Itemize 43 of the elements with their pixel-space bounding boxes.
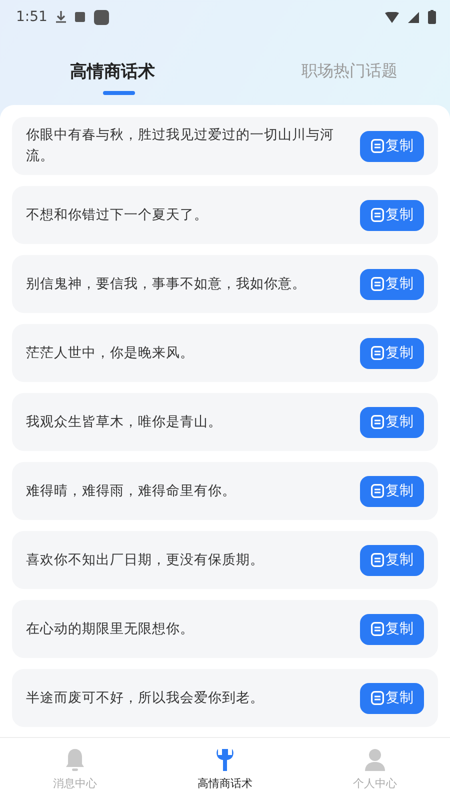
- copy-icon: [370, 139, 384, 153]
- tab[interactable]: 高情商话术: [0, 56, 213, 87]
- copy-button[interactable]: 复制: [360, 476, 424, 506]
- copy-icon: [370, 415, 384, 429]
- phrase-text: 别信鬼神，要信我，事事不如意，我如你意。: [26, 274, 307, 294]
- copy-button[interactable]: 复制: [360, 544, 424, 576]
- copy-icon: [370, 622, 384, 636]
- copy-icon: [370, 346, 384, 360]
- phrase-text: 在心动的期限里无限想你。: [26, 620, 195, 638]
- phrase-text: 我观众生皆草木，唯你是青山。: [26, 412, 223, 432]
- phrase-text: 喜欢你不知出厂日期，更没有保质期。: [26, 550, 265, 570]
- copy-button[interactable]: 复制: [360, 268, 424, 300]
- download-icon: [56, 11, 66, 23]
- wrench-icon[interactable]: [215, 748, 235, 772]
- app-icon: [75, 12, 86, 22]
- app-icon: [94, 10, 110, 24]
- copy-icon: [370, 553, 384, 567]
- phrase-text: 半途而废可不好，所以我会爱你到老。: [26, 688, 265, 708]
- bell-icon[interactable]: [65, 748, 85, 772]
- tab[interactable]: 职场热门话题: [213, 56, 450, 87]
- copy-button[interactable]: 复制: [360, 406, 424, 438]
- battery-icon: [428, 10, 436, 24]
- status-time: 1:51: [16, 9, 48, 25]
- copy-button[interactable]: 复制: [360, 200, 424, 230]
- wifi-icon: [385, 12, 399, 22]
- copy-button[interactable]: 复制: [360, 614, 424, 644]
- nav-label[interactable]: 高情商话术: [198, 776, 252, 790]
- nav-label[interactable]: 个人中心: [353, 776, 397, 790]
- copy-icon: [370, 277, 384, 291]
- signal-icon: [408, 12, 419, 22]
- phrase-text: 茫茫人世中，你是晚来风。: [26, 344, 195, 362]
- nav-label[interactable]: 消息中心: [53, 776, 97, 790]
- phrase-text: 不想和你错过下一个夏天了。: [26, 206, 209, 224]
- copy-icon: [370, 691, 384, 705]
- copy-icon: [370, 484, 384, 498]
- person-icon[interactable]: [364, 748, 386, 772]
- phrase-text: 难得晴，难得雨，难得命里有你。: [26, 482, 237, 500]
- copy-icon: [370, 208, 384, 222]
- copy-button[interactable]: 复制: [360, 338, 424, 368]
- phrase-text: 你眼中有春与秋，胜过我见过爱过的一切山川与河流。: [26, 126, 335, 166]
- copy-button[interactable]: 复制: [360, 130, 424, 162]
- copy-button[interactable]: 复制: [360, 682, 424, 714]
- tab-indicator: [102, 91, 134, 95]
